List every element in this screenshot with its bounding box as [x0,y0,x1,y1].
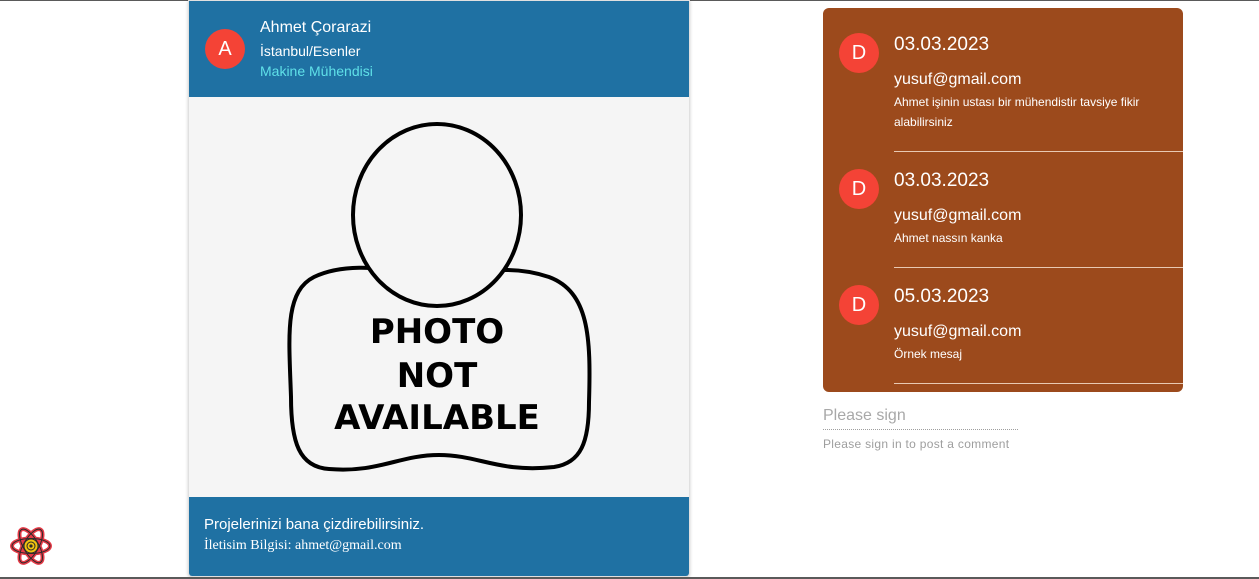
comment-avatar: D [839,169,879,209]
profile-card-header: A Ahmet Çorarazi İstanbul/Esenler Makine… [189,1,689,97]
photo-line-2: NOT [397,356,478,396]
comment-email: yusuf@gmail.com [894,323,1022,340]
photo-line-3: AVAILABLE [334,398,540,438]
photo-not-available-image: PHOTO NOT AVAILABLE [287,122,592,472]
comment-avatar: D [839,33,879,73]
comment-date: 03.03.2023 [894,34,990,55]
profile-job-title: Makine Mühendisi [260,63,373,79]
comment-email: yusuf@gmail.com [894,207,1022,224]
react-devtools-icon[interactable] [10,526,52,566]
comment-text: Ahmet işinin ustası bir mühendistir tavs… [894,95,1140,129]
photo-line-1: PHOTO [370,312,504,352]
comments-list: D 03.03.2023 yusuf@gmail.com Ahmet işini… [823,8,1183,392]
profile-description: Projelerinizi bana çizdirebilirsiniz. [204,516,425,533]
comment-email: yusuf@gmail.com [894,71,1022,88]
comment-avatar: D [839,285,879,325]
comment-item: D 03.03.2023 yusuf@gmail.com Ahmet nassı… [823,144,1183,268]
comment-input[interactable] [823,403,1018,430]
comment-item: D 05.03.2023 yusuf@gmail.com Örnek mesaj [823,260,1183,390]
comment-date: 03.03.2023 [894,170,990,191]
comment-date: 05.03.2023 [894,286,990,307]
comment-item: D 03.03.2023 yusuf@gmail.com Ahmet işini… [823,8,1183,152]
comment-helper-text: Please sign in to post a comment [823,437,1010,451]
profile-avatar: A [205,29,245,69]
comment-divider [894,383,1183,384]
profile-name: Ahmet Çorarazi [260,19,372,36]
profile-contact: İletisim Bilgisi: ahmet@gmail.com [204,538,402,553]
comment-text: Örnek mesaj [894,347,963,361]
profile-location: İstanbul/Esenler [260,43,361,59]
profile-card: A Ahmet Çorarazi İstanbul/Esenler Makine… [188,0,690,577]
comment-text: Ahmet nassın kanka [894,231,1003,245]
profile-card-footer: Projelerinizi bana çizdirebilirsiniz. İl… [189,497,689,576]
profile-photo: PHOTO NOT AVAILABLE [189,97,689,497]
